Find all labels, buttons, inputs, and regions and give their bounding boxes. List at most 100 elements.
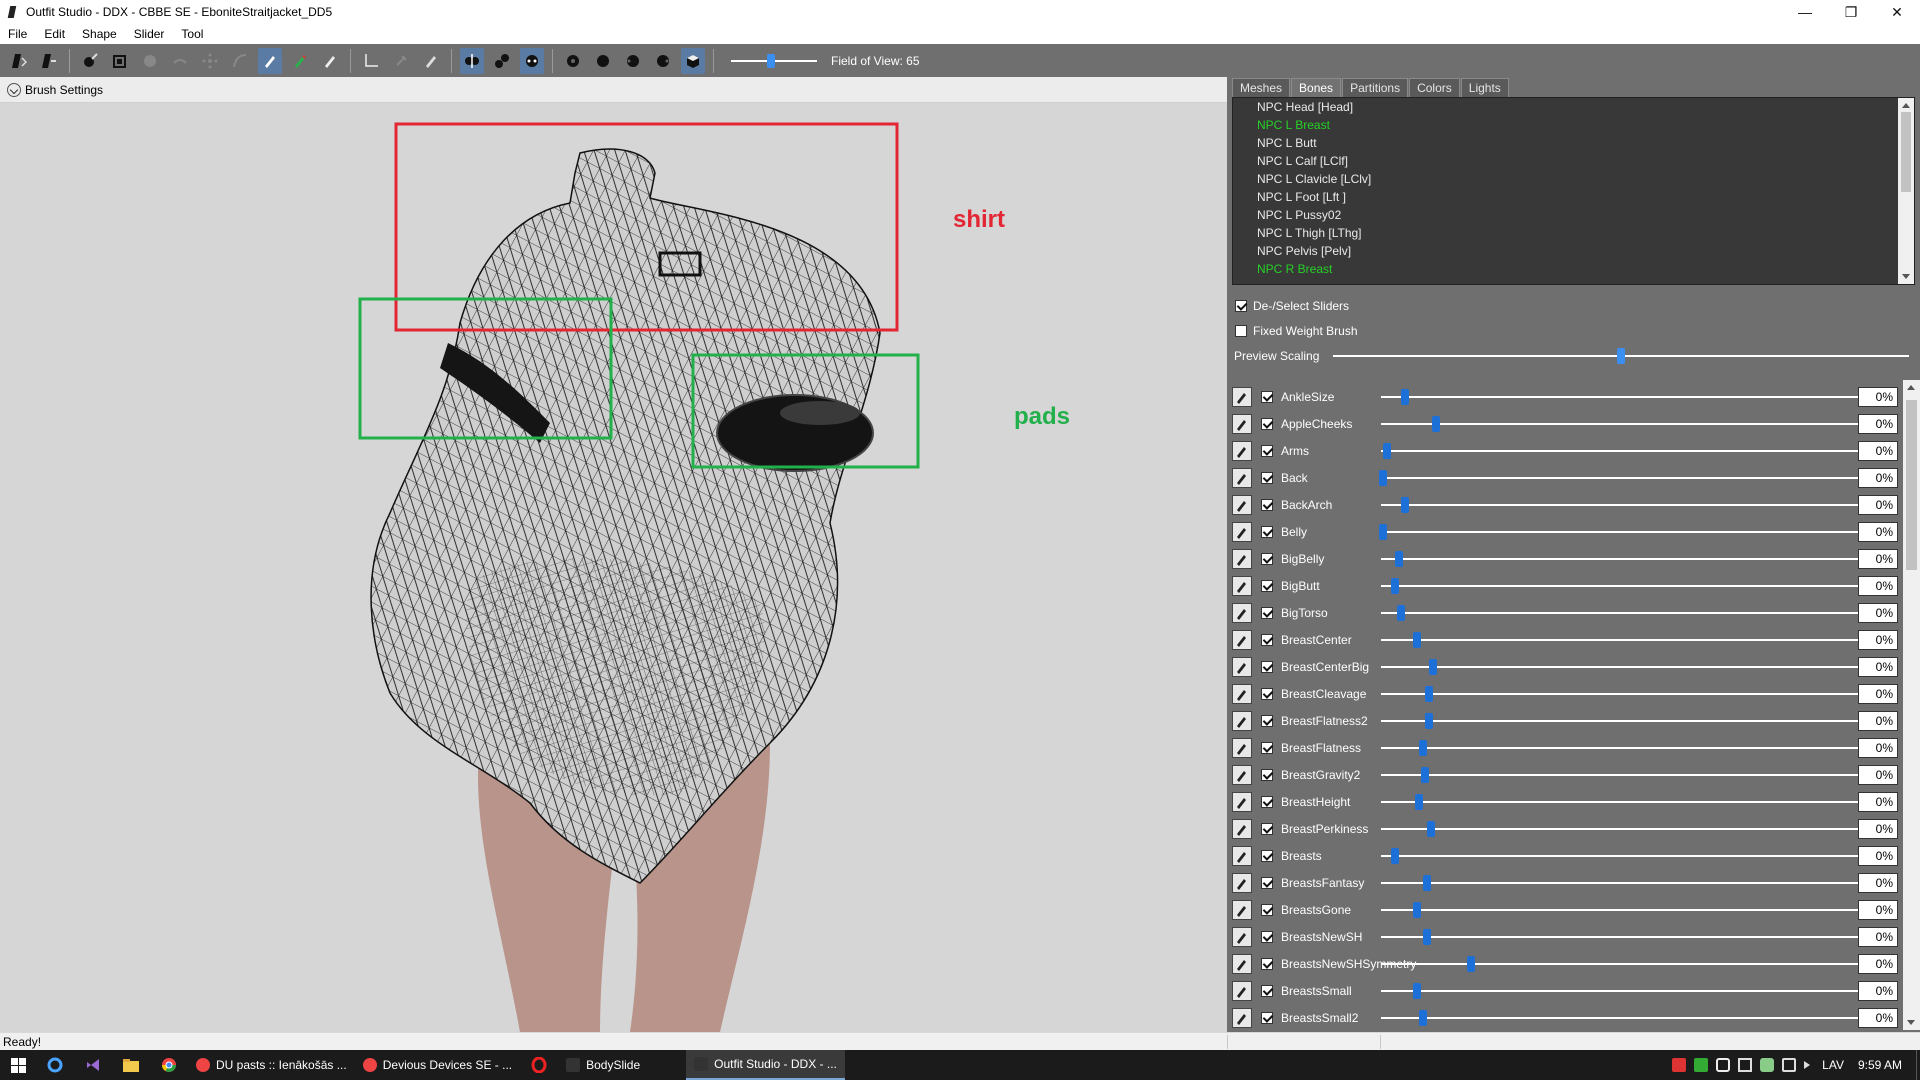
slider-checkbox[interactable] xyxy=(1261,606,1273,619)
slider-checkbox[interactable] xyxy=(1261,660,1273,673)
slider-value-field[interactable]: 0% xyxy=(1858,953,1898,974)
slider-checkbox[interactable] xyxy=(1261,498,1273,511)
slider-edit-button[interactable] xyxy=(1232,440,1252,461)
slider-edit-button[interactable] xyxy=(1232,737,1252,758)
slider-checkbox[interactable] xyxy=(1261,525,1273,538)
slider-control[interactable] xyxy=(1381,387,1881,407)
view-front-button[interactable] xyxy=(561,48,585,74)
slider-value-field[interactable]: 0% xyxy=(1858,548,1898,569)
visual-studio-button[interactable] xyxy=(74,1050,112,1080)
slider-edit-button[interactable] xyxy=(1232,467,1252,488)
tab-meshes[interactable]: Meshes xyxy=(1232,78,1291,97)
deselect-sliders-checkbox[interactable] xyxy=(1235,299,1247,312)
sliders-scrollbar[interactable] xyxy=(1903,380,1920,1030)
slider-checkbox[interactable] xyxy=(1261,768,1273,781)
slider-value-field[interactable]: 0% xyxy=(1858,440,1898,461)
slider-control[interactable] xyxy=(1381,765,1881,785)
bone-item[interactable]: NPC Head [Head] xyxy=(1233,98,1914,116)
menu-tool[interactable]: Tool xyxy=(173,27,212,41)
slider-control[interactable] xyxy=(1381,981,1881,1001)
slider-value-field[interactable]: 0% xyxy=(1858,467,1898,488)
antivirus-icon[interactable] xyxy=(1672,1058,1687,1072)
slider-thumb[interactable] xyxy=(1429,658,1437,675)
slider-value-field[interactable]: 0% xyxy=(1858,386,1898,407)
slider-thumb[interactable] xyxy=(1419,739,1427,756)
slider-control[interactable] xyxy=(1381,684,1881,704)
input-language[interactable]: LAV xyxy=(1822,1058,1844,1072)
slider-thumb[interactable] xyxy=(1379,523,1387,540)
slider-edit-button[interactable] xyxy=(1232,521,1252,542)
slider-edit-button[interactable] xyxy=(1232,764,1252,785)
slider-control[interactable] xyxy=(1381,927,1881,947)
slider-checkbox[interactable] xyxy=(1261,984,1273,997)
preview-scaling-slider[interactable] xyxy=(1333,347,1909,364)
slider-checkbox[interactable] xyxy=(1261,795,1273,808)
slider-control[interactable] xyxy=(1379,468,1881,488)
menu-slider[interactable]: Slider xyxy=(126,27,174,41)
slider-thumb[interactable] xyxy=(1413,982,1421,999)
file-explorer-button[interactable] xyxy=(112,1050,150,1080)
slider-thumb[interactable] xyxy=(1419,1009,1427,1026)
inflate-tool-button[interactable] xyxy=(138,48,162,74)
nvidia-icon[interactable] xyxy=(1694,1058,1709,1072)
select-tool-button[interactable] xyxy=(78,48,102,74)
fov-slider-thumb[interactable] xyxy=(767,53,775,68)
slider-checkbox[interactable] xyxy=(1261,687,1273,700)
slider-value-field[interactable]: 0% xyxy=(1858,710,1898,731)
slider-control[interactable] xyxy=(1381,711,1881,731)
slider-checkbox[interactable] xyxy=(1261,633,1273,646)
weight-tool-button[interactable] xyxy=(288,48,312,74)
slider-thumb[interactable] xyxy=(1423,928,1431,945)
menu-shape[interactable]: Shape xyxy=(74,27,126,41)
slider-thumb[interactable] xyxy=(1425,712,1433,729)
fixed-weight-brush-checkbox[interactable] xyxy=(1235,324,1247,337)
slider-thumb[interactable] xyxy=(1413,631,1421,648)
slider-value-field[interactable]: 0% xyxy=(1858,872,1898,893)
slider-control[interactable] xyxy=(1379,522,1881,542)
slider-thumb[interactable] xyxy=(1423,874,1431,891)
show-desktop-button[interactable] xyxy=(1916,1050,1920,1080)
slider-thumb[interactable] xyxy=(1383,442,1391,459)
color-tool-button[interactable] xyxy=(318,48,342,74)
slider-edit-button[interactable] xyxy=(1232,629,1252,650)
scroll-up-icon[interactable] xyxy=(1902,103,1910,108)
slider-control[interactable] xyxy=(1381,603,1881,623)
slider-checkbox[interactable] xyxy=(1261,471,1273,484)
slider-edit-button[interactable] xyxy=(1232,953,1252,974)
bone-item[interactable]: NPC Pelvis [Pelv] xyxy=(1233,242,1914,260)
slider-thumb[interactable] xyxy=(1401,496,1409,513)
slider-control[interactable] xyxy=(1381,549,1881,569)
slider-edit-button[interactable] xyxy=(1232,845,1252,866)
slider-checkbox[interactable] xyxy=(1261,822,1273,835)
bone-item[interactable]: NPC L Calf [LClf] xyxy=(1233,152,1914,170)
view-back-button[interactable] xyxy=(591,48,615,74)
slider-thumb[interactable] xyxy=(1431,415,1440,432)
sliders-scrollbar-thumb[interactable] xyxy=(1906,400,1917,570)
fixed-weight-brush-row[interactable]: Fixed Weight Brush xyxy=(1232,318,1915,343)
taskbar-task-du-pasts[interactable]: DU pasts :: Ienākošās ... xyxy=(188,1050,355,1080)
usb-icon[interactable] xyxy=(1716,1058,1731,1072)
slider-value-field[interactable]: 0% xyxy=(1858,602,1898,623)
slider-checkbox[interactable] xyxy=(1261,930,1273,943)
slider-control[interactable] xyxy=(1381,846,1881,866)
slider-edit-button[interactable] xyxy=(1232,818,1252,839)
slider-thumb[interactable] xyxy=(1397,604,1405,621)
slider-control[interactable] xyxy=(1381,873,1881,893)
slider-thumb[interactable] xyxy=(1467,955,1475,972)
slider-control[interactable] xyxy=(1381,657,1881,677)
scroll-down-icon[interactable] xyxy=(1907,1020,1915,1025)
slider-edit-button[interactable] xyxy=(1232,602,1252,623)
cortana-button[interactable] xyxy=(36,1050,74,1080)
slider-value-field[interactable]: 0% xyxy=(1858,413,1898,434)
taskbar-task-bodyslide[interactable]: BodySlide xyxy=(558,1050,648,1080)
slider-checkbox[interactable] xyxy=(1261,552,1273,565)
slider-control[interactable] xyxy=(1381,495,1881,515)
view-left-button[interactable] xyxy=(621,48,645,74)
slider-thumb[interactable] xyxy=(1421,766,1429,783)
mesh-render[interactable] xyxy=(0,103,1227,1032)
slider-edit-button[interactable] xyxy=(1232,710,1252,731)
slider-control[interactable] xyxy=(1381,630,1881,650)
slider-thumb[interactable] xyxy=(1391,847,1399,864)
slider-control[interactable] xyxy=(1381,792,1881,812)
brush-settings-bar[interactable]: Brush Settings xyxy=(0,77,1227,103)
